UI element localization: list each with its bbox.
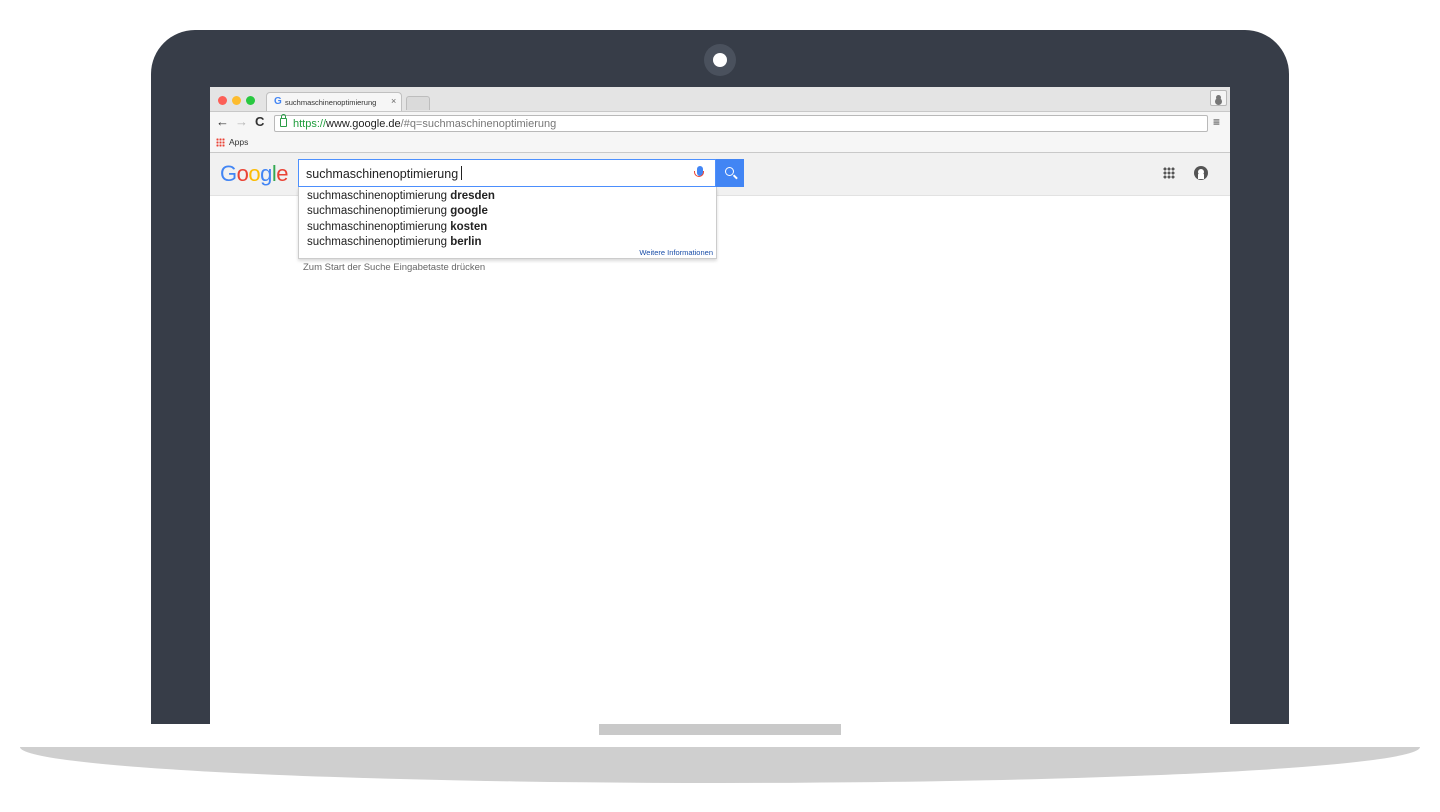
url-path: /#q=suchmaschinenoptimierung: [400, 118, 557, 130]
suggestion-prefix: suchmaschinenoptimierung: [307, 205, 451, 217]
suggestion-prefix: suchmaschinenoptimierung: [307, 221, 451, 233]
camera-icon: [704, 44, 736, 76]
browser-window: G suchmaschinenoptimierung × ← → C https…: [210, 87, 1230, 724]
tab-title: suchmaschinenoptimierung: [285, 98, 377, 107]
laptop-notch: [599, 724, 841, 735]
zoom-window-icon[interactable]: [246, 96, 255, 105]
tab-google-search[interactable]: G suchmaschinenoptimierung ×: [266, 92, 402, 111]
google-favicon-icon: G: [274, 96, 282, 107]
laptop-base: [20, 747, 1420, 783]
more-info-link[interactable]: Weitere Informationen: [639, 248, 713, 257]
search-input[interactable]: suchmaschinenoptimierung: [298, 159, 716, 187]
logo-letter: o: [248, 161, 261, 186]
url-host: www.google.de: [326, 118, 401, 130]
suggestion-completion: google: [450, 205, 488, 217]
google-apps-icon[interactable]: [1163, 167, 1175, 179]
microphone-icon[interactable]: [694, 166, 704, 177]
account-icon[interactable]: [1194, 166, 1208, 180]
google-logo[interactable]: Google: [220, 161, 289, 187]
tab-strip: G suchmaschinenoptimierung ×: [210, 87, 1230, 112]
suggestion-prefix: suchmaschinenoptimierung: [307, 190, 451, 202]
search-button[interactable]: [716, 159, 744, 187]
forward-icon[interactable]: →: [235, 114, 248, 130]
logo-letter: g: [260, 161, 272, 186]
suggestion-item[interactable]: suchmaschinenoptimierung dresden: [307, 190, 495, 202]
bookmark-apps[interactable]: Apps: [229, 137, 248, 147]
logo-letter: o: [236, 161, 249, 186]
suggestion-completion: berlin: [450, 236, 482, 248]
tab-close-icon[interactable]: ×: [391, 96, 396, 106]
reload-icon[interactable]: C: [255, 114, 264, 130]
suggestion-item[interactable]: suchmaschinenoptimierung google: [307, 205, 488, 217]
lock-icon: [280, 114, 287, 127]
suggestion-item[interactable]: suchmaschinenoptimierung berlin: [307, 236, 482, 248]
back-icon[interactable]: ←: [216, 114, 229, 130]
enter-hint: Zum Start der Suche Eingabetaste drücken: [303, 262, 486, 273]
bookmarks-bar: Apps: [210, 134, 1230, 153]
url-scheme: https://: [293, 118, 327, 130]
suggestion-completion: kosten: [450, 221, 488, 233]
browser-toolbar: ← → C https://www.google.de/#q=suchmasch…: [210, 112, 1230, 134]
profile-icon[interactable]: [1210, 90, 1227, 106]
url-text: https://www.google.de/#q=suchmaschinenop…: [293, 118, 556, 130]
suggestion-item[interactable]: suchmaschinenoptimierung kosten: [307, 221, 487, 233]
new-tab-button[interactable]: [406, 96, 430, 110]
suggestion-prefix: suchmaschinenoptimierung: [307, 236, 451, 248]
apps-grid-icon[interactable]: [216, 138, 225, 147]
close-window-icon[interactable]: [218, 96, 227, 105]
suggestion-completion: dresden: [450, 190, 495, 202]
logo-letter: e: [276, 161, 289, 186]
search-query-text: suchmaschinenoptimierung: [306, 167, 459, 181]
minimize-window-icon[interactable]: [232, 96, 241, 105]
logo-letter: G: [220, 161, 237, 186]
browser-menu-icon[interactable]: ≡: [1213, 116, 1220, 128]
text-caret: [461, 166, 463, 180]
autocomplete-dropdown: suchmaschinenoptimierung dresden suchmas…: [298, 187, 717, 259]
search-query: suchmaschinenoptimierung: [306, 166, 463, 181]
address-bar[interactable]: https://www.google.de/#q=suchmaschinenop…: [274, 114, 1208, 132]
